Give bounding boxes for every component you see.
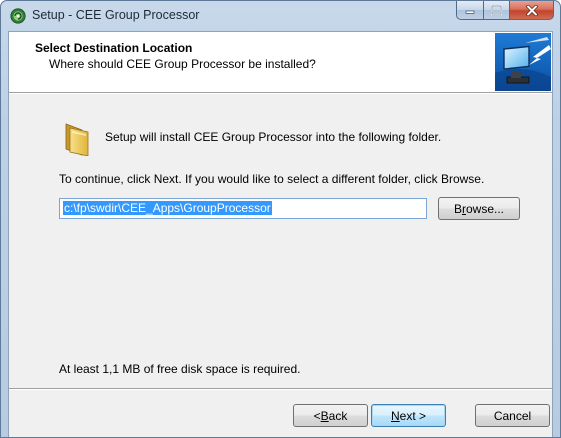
folder-icon: [65, 123, 89, 156]
close-button[interactable]: [509, 1, 554, 20]
computer-install-icon: [495, 33, 551, 91]
window-title: Setup - CEE Group Processor: [32, 8, 200, 22]
browse-instruction: To continue, click Next. If you would li…: [59, 172, 485, 186]
back-label-prefix: <: [313, 408, 321, 423]
setup-window: Setup - CEE Group Processor Select Desti…: [0, 0, 561, 438]
page-subtitle: Where should CEE Group Processor be inst…: [49, 57, 316, 71]
maximize-icon: [491, 5, 502, 15]
close-icon: [525, 4, 538, 16]
back-label-suffix: ack: [328, 408, 348, 423]
browse-label-suffix: owse...: [466, 201, 505, 216]
screen: Setup - CEE Group Processor Select Desti…: [0, 0, 561, 438]
caption-buttons: [456, 1, 554, 21]
browse-button[interactable]: Br owse...: [438, 197, 520, 220]
title-bar[interactable]: Setup - CEE Group Processor: [1, 1, 560, 29]
next-label-suffix: ext >: [399, 408, 427, 423]
header-separator: [9, 92, 552, 94]
cancel-label: Cancel: [493, 408, 532, 423]
minimize-icon: [465, 10, 475, 14]
next-button[interactable]: Next >: [371, 404, 446, 427]
wizard-client-area: Select Destination Location Where should…: [8, 31, 553, 437]
install-folder-info: Setup will install CEE Group Processor i…: [105, 130, 442, 144]
disk-space-requirement: At least 1,1 MB of free disk space is re…: [59, 362, 301, 376]
wizard-header: Select Destination Location Where should…: [9, 32, 552, 92]
back-label-accelerator: B: [320, 408, 329, 423]
next-label-accelerator: N: [390, 408, 400, 423]
destination-path-input[interactable]: c:\fp\swdir\CEE_Apps\GroupProcessor: [59, 198, 427, 219]
setup-app-icon: [10, 8, 26, 24]
minimize-button[interactable]: [456, 1, 483, 20]
back-button[interactable]: < Back: [293, 404, 368, 427]
maximize-button[interactable]: [483, 1, 509, 20]
destination-path-value: c:\fp\swdir\CEE_Apps\GroupProcessor: [63, 201, 272, 215]
footer-separator: [9, 388, 552, 390]
cancel-button[interactable]: Cancel: [475, 404, 550, 427]
browse-label-prefix: B: [453, 201, 462, 216]
page-title: Select Destination Location: [35, 41, 193, 55]
